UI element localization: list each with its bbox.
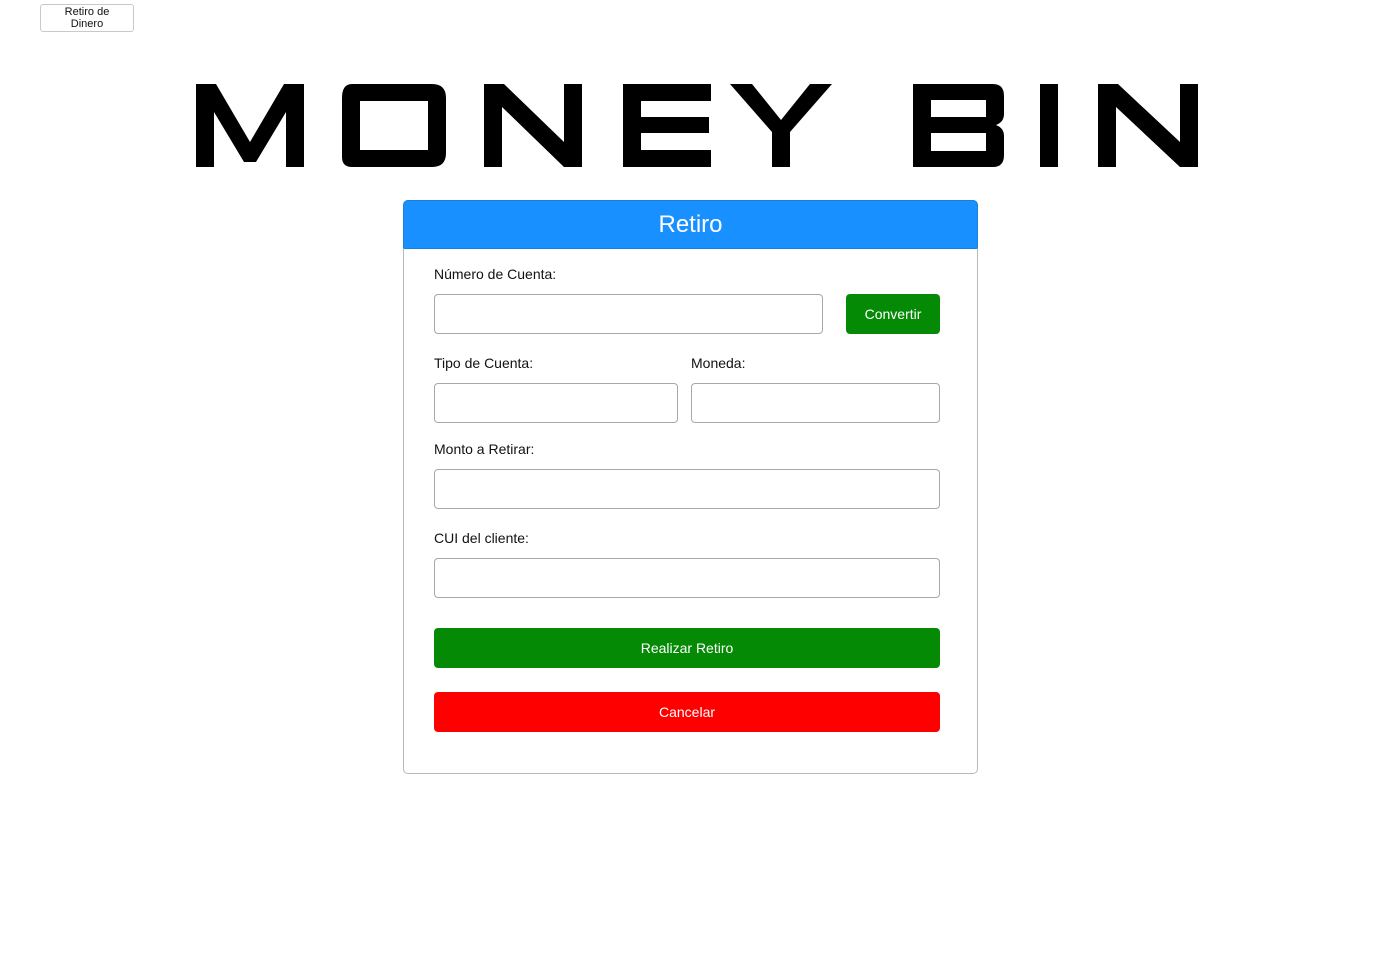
client-cui-label: CUI del cliente: xyxy=(434,530,529,546)
amount-input[interactable] xyxy=(434,469,940,509)
currency-label: Moneda: xyxy=(691,355,746,371)
account-type-label: Tipo de Cuenta: xyxy=(434,355,534,371)
form-title: Retiro xyxy=(403,200,978,249)
cancel-button[interactable]: Cancelar xyxy=(434,692,940,732)
amount-label: Monto a Retirar: xyxy=(434,441,535,457)
account-type-input[interactable] xyxy=(434,383,678,423)
withdrawal-tab-button[interactable]: Retiro de Dinero xyxy=(40,4,134,32)
submit-withdrawal-button[interactable]: Realizar Retiro xyxy=(434,628,940,668)
account-number-input[interactable] xyxy=(434,294,823,334)
currency-input[interactable] xyxy=(691,383,940,423)
logo-graphic xyxy=(196,84,1198,167)
money-bin-logo xyxy=(186,70,1206,180)
account-number-label: Número de Cuenta: xyxy=(434,266,557,282)
withdrawal-form-card: Retiro Número de Cuenta: Convertir Tipo … xyxy=(403,200,978,774)
convert-button[interactable]: Convertir xyxy=(846,294,940,334)
page: Retiro de Dinero Retiro Número de Cuenta… xyxy=(0,0,1390,956)
client-cui-input[interactable] xyxy=(434,558,940,598)
